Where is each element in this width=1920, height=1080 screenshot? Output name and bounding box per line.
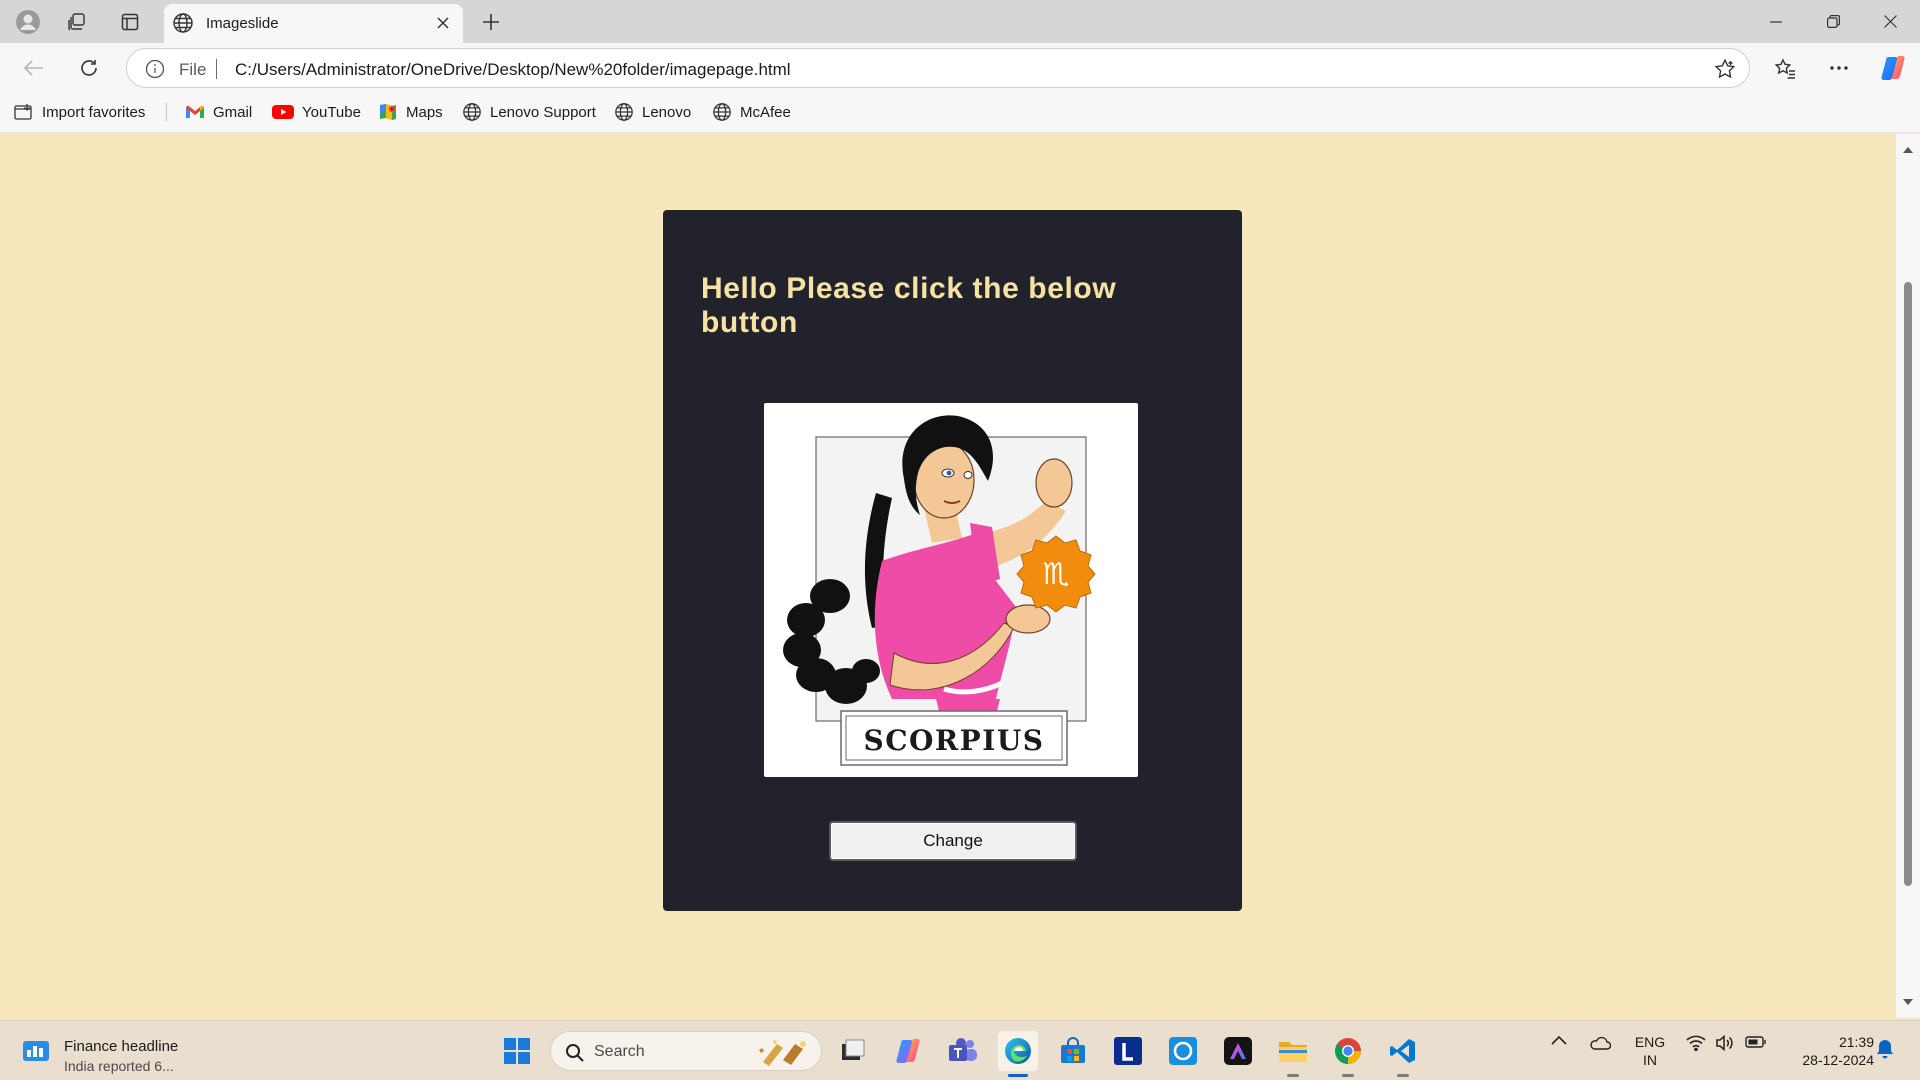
close-tab-icon[interactable]: [431, 11, 455, 35]
favorite-label: Lenovo: [642, 103, 692, 121]
minimize-button[interactable]: [1748, 0, 1804, 43]
image-card: Hello Please click the below button ♏ SC…: [663, 210, 1242, 911]
tab-actions-icon[interactable]: [114, 6, 146, 38]
store-icon[interactable]: [1053, 1031, 1093, 1071]
file-explorer-icon[interactable]: [1273, 1031, 1313, 1077]
profile-icon[interactable]: [12, 6, 44, 38]
battery-icon[interactable]: [1745, 1035, 1767, 1049]
task-view-icon[interactable]: [832, 1031, 872, 1071]
system-clock[interactable]: 21:39 28-12-2024: [1778, 1033, 1874, 1069]
image-caption: SCORPIUS: [864, 724, 1045, 757]
news-title: Finance headline: [64, 1038, 179, 1055]
taskbar: Finance headline India reported 6... Sea…: [0, 1020, 1920, 1080]
scrollbar-thumb[interactable]: [1904, 282, 1912, 886]
back-button[interactable]: [17, 51, 51, 85]
notification-bell-icon[interactable]: [1876, 1039, 1894, 1059]
favorite-label: YouTube: [302, 103, 361, 121]
running-app-indicator: [1397, 1074, 1409, 1077]
close-window-button[interactable]: [1862, 0, 1918, 43]
favorites-bar: Import favorites Gmail YouTube Maps Leno…: [0, 91, 1920, 133]
adobe-express-icon[interactable]: [1218, 1031, 1258, 1071]
address-url[interactable]: C:/Users/Administrator/OneDrive/Desktop/…: [235, 60, 791, 80]
active-app-indicator: [1008, 1074, 1028, 1077]
tab-title: Imageslide: [206, 15, 279, 32]
teams-icon[interactable]: [943, 1031, 983, 1071]
scroll-down-icon: [1903, 999, 1913, 1005]
navigation-bar: File C:/Users/Administrator/OneDrive/Des…: [0, 43, 1920, 91]
start-button[interactable]: [497, 1031, 537, 1071]
address-divider: [216, 59, 217, 79]
favorite-label: Gmail: [213, 103, 253, 121]
globe-icon: [462, 102, 482, 122]
favorite-label: McAfee: [740, 103, 791, 121]
favorite-gmail[interactable]: Gmail: [185, 101, 252, 123]
zodiac-image: ♏ SCORPIUS: [764, 403, 1138, 777]
alexa-icon[interactable]: [1163, 1031, 1203, 1071]
page-viewport: Hello Please click the below button ♏ SC…: [4, 134, 1896, 1018]
volume-icon[interactable]: [1715, 1035, 1735, 1051]
copilot-taskbar-icon[interactable]: [888, 1031, 928, 1071]
lenovo-app-icon[interactable]: [1108, 1031, 1148, 1071]
chrome-icon[interactable]: [1328, 1031, 1368, 1077]
favorites-divider: [166, 102, 167, 122]
running-app-indicator: [1342, 1074, 1354, 1077]
edge-icon[interactable]: [998, 1031, 1038, 1077]
globe-icon: [712, 102, 732, 122]
clock-date: 28-12-2024: [1802, 1052, 1874, 1068]
language-indicator[interactable]: ENG IN: [1627, 1033, 1673, 1069]
copilot-icon[interactable]: [1876, 51, 1910, 85]
search-highlight-icon: [755, 1036, 815, 1068]
restore-button[interactable]: [1805, 0, 1861, 43]
favorite-label: Lenovo Support: [490, 103, 596, 121]
favorite-mcafee[interactable]: McAfee: [712, 101, 791, 123]
change-button[interactable]: Change: [829, 821, 1077, 861]
favorite-lenovo[interactable]: Lenovo: [614, 101, 691, 123]
taskbar-search[interactable]: Search: [550, 1031, 822, 1071]
scroll-up-icon: [1903, 147, 1913, 153]
more-options-icon[interactable]: [1822, 51, 1856, 85]
onedrive-icon[interactable]: [1589, 1035, 1611, 1051]
favorite-youtube[interactable]: YouTube: [272, 101, 361, 123]
browser-title-bar: Imageslide: [0, 0, 1920, 43]
search-icon: [565, 1043, 585, 1063]
page-scrollbar[interactable]: [1896, 134, 1920, 1018]
star-icon[interactable]: [1711, 55, 1739, 83]
refresh-button[interactable]: [72, 51, 106, 85]
gmail-icon: [185, 104, 205, 120]
favorite-lenovo-support[interactable]: Lenovo Support: [462, 101, 596, 123]
svg-text:♏: ♏: [1043, 557, 1070, 592]
new-tab-button[interactable]: [474, 6, 508, 38]
address-scheme: File: [179, 60, 207, 79]
favorite-maps[interactable]: Maps: [378, 101, 443, 123]
search-placeholder: Search: [594, 1043, 645, 1060]
maps-icon: [378, 102, 398, 122]
favorite-import[interactable]: Import favorites: [14, 101, 145, 123]
running-app-indicator: [1287, 1074, 1299, 1077]
widgets-icon: [22, 1039, 50, 1063]
page-heading: Hello Please click the below button: [701, 272, 1117, 339]
globe-icon: [172, 12, 194, 34]
wifi-icon[interactable]: [1686, 1035, 1706, 1051]
region-code: IN: [1643, 1052, 1657, 1068]
workspaces-icon[interactable]: [61, 6, 93, 38]
language-code: ENG: [1634, 1034, 1666, 1050]
clock-time: 21:39: [1838, 1034, 1874, 1050]
site-info-icon[interactable]: [145, 59, 165, 79]
import-icon: [14, 103, 34, 121]
favorite-label: Import favorites: [42, 103, 146, 121]
youtube-icon: [272, 104, 294, 120]
globe-icon: [614, 102, 634, 122]
tab-imageslide[interactable]: Imageslide: [164, 4, 463, 43]
vscode-icon[interactable]: [1383, 1031, 1423, 1077]
favorites-icon[interactable]: [1768, 51, 1802, 85]
address-bar[interactable]: File C:/Users/Administrator/OneDrive/Des…: [126, 48, 1750, 88]
news-subtitle: India reported 6...: [64, 1058, 174, 1074]
favorite-label: Maps: [406, 103, 443, 121]
show-hidden-icons[interactable]: [1551, 1035, 1567, 1045]
